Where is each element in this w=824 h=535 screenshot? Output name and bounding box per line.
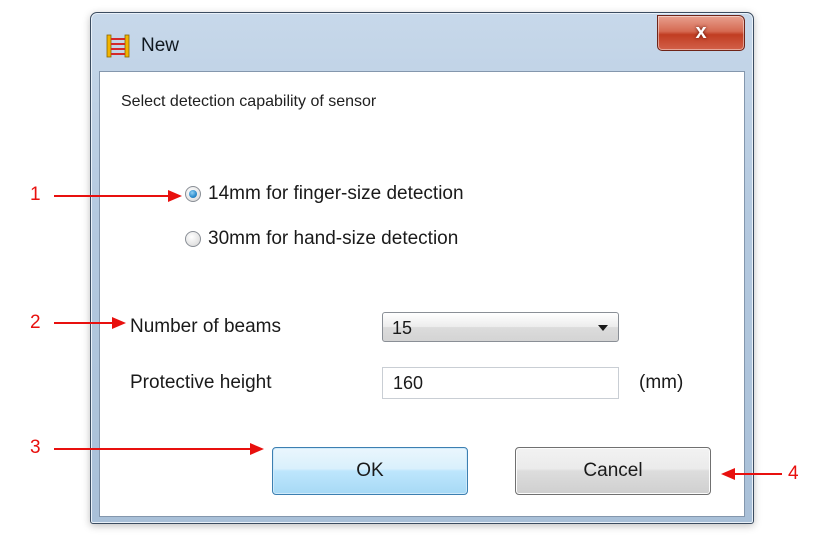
cancel-button[interactable]: Cancel — [515, 447, 711, 495]
title-bar[interactable]: New x — [91, 13, 753, 71]
close-button[interactable]: x — [657, 15, 745, 51]
callout-number-1: 1 — [30, 184, 41, 205]
window-title: New — [141, 35, 180, 56]
radio-option-14mm[interactable]: 14mm for finger-size detection — [185, 183, 464, 205]
protective-height-input[interactable] — [382, 367, 619, 399]
beams-label: Number of beams — [130, 316, 282, 337]
radio-label-30mm: 30mm for hand-size detection — [208, 228, 459, 249]
instruction-text: Select detection capability of sensor — [121, 93, 377, 110]
dialog-content: Select detection capability of sensor 14… — [99, 71, 745, 517]
radio-selected-icon[interactable] — [185, 186, 201, 202]
beams-selected-value: 15 — [392, 318, 413, 338]
callout-number-4: 4 — [788, 463, 799, 484]
dropdown-arrow-icon — [598, 325, 608, 331]
new-dialog-window: New x Select detection capability of sen… — [90, 12, 754, 524]
ladder-app-icon — [106, 34, 130, 58]
height-unit-label: (mm) — [639, 372, 684, 393]
screenshot-stage: New x Select detection capability of sen… — [0, 0, 824, 535]
radio-label-14mm: 14mm for finger-size detection — [208, 183, 464, 204]
protective-height-label: Protective height — [130, 372, 272, 393]
radio-unselected-icon[interactable] — [185, 231, 201, 247]
callout-number-2: 2 — [30, 312, 41, 333]
radio-option-30mm[interactable]: 30mm for hand-size detection — [185, 228, 458, 250]
ok-button[interactable]: OK — [272, 447, 468, 495]
beams-dropdown[interactable]: 15 — [382, 312, 619, 342]
callout-number-3: 3 — [30, 437, 41, 458]
